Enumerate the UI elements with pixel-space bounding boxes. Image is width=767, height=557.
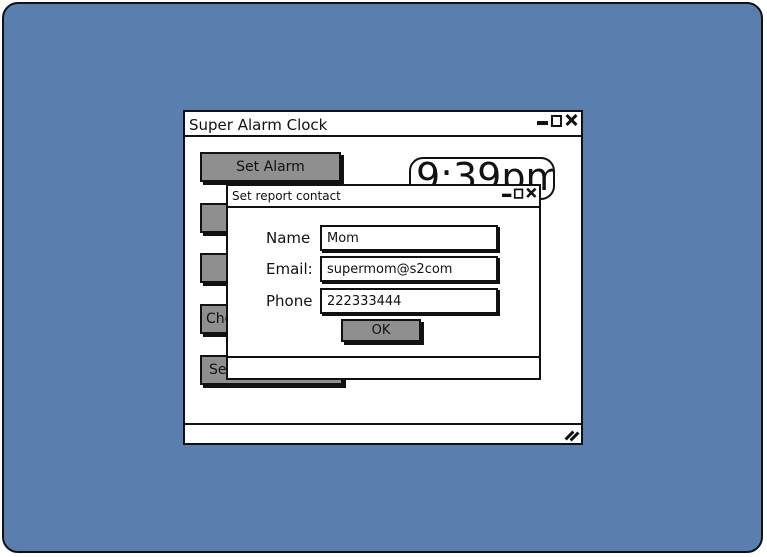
window-title: Super Alarm Clock xyxy=(189,116,328,134)
close-icon[interactable] xyxy=(565,113,577,127)
resize-grip-icon[interactable] xyxy=(565,430,577,440)
dialog-titlebar: Set report contact xyxy=(228,186,539,208)
close-icon[interactable] xyxy=(526,187,536,199)
settings-button-label: Se xyxy=(209,362,227,378)
minimize-icon[interactable] xyxy=(537,121,548,125)
contact-dialog: Set report contact xyxy=(226,184,541,380)
maximize-icon[interactable] xyxy=(513,188,524,199)
maximize-icon[interactable] xyxy=(551,115,562,127)
window-controls xyxy=(537,112,577,127)
dialog-window-controls xyxy=(502,186,536,199)
dialog-status-bar xyxy=(228,356,539,378)
dialog-title: Set report contact xyxy=(232,189,341,203)
status-bar xyxy=(185,423,581,443)
name-label: Name xyxy=(266,229,311,247)
name-field[interactable] xyxy=(320,225,498,251)
set-alarm-button[interactable]: Set Alarm xyxy=(200,152,341,182)
ok-button[interactable]: OK xyxy=(341,319,421,342)
email-label: Email: xyxy=(266,260,313,278)
minimize-icon[interactable] xyxy=(502,193,512,198)
email-field[interactable] xyxy=(320,256,498,282)
main-window-titlebar: Super Alarm Clock xyxy=(185,112,581,137)
ok-button-label: OK xyxy=(371,323,391,338)
phone-field[interactable] xyxy=(320,288,498,314)
phone-label: Phone xyxy=(266,292,313,310)
set-alarm-label: Set Alarm xyxy=(236,159,305,175)
